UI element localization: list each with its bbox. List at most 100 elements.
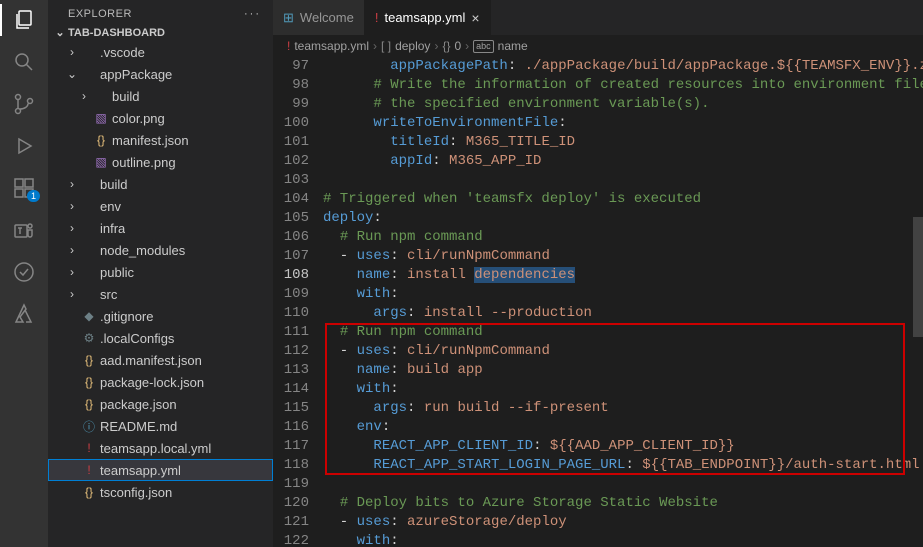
code-line[interactable]: env: (323, 418, 923, 437)
tree-item-color-png[interactable]: ▧color.png (48, 107, 273, 129)
code-editor[interactable]: 9798991001011021031041051061071081091101… (273, 57, 923, 547)
tree-item-src[interactable]: › src (48, 283, 273, 305)
tree-item-label: package-lock.json (100, 375, 204, 390)
tab-teamsapp-yml[interactable]: !teamsapp.yml× (365, 0, 491, 35)
code-line[interactable]: # the specified environment variable(s). (323, 95, 923, 114)
azure-icon[interactable] (12, 302, 36, 326)
tree-item-build[interactable]: ›build (48, 85, 273, 107)
file-icon: ▧ (92, 155, 110, 169)
activity-bar: 1 (0, 0, 48, 547)
tree-item-manifest-json[interactable]: {}manifest.json (48, 129, 273, 151)
close-icon[interactable]: × (471, 10, 479, 26)
tree-item-teamsapp-yml[interactable]: !teamsapp.yml (48, 459, 273, 481)
code-line[interactable]: args: run build --if-present (323, 399, 923, 418)
code-line[interactable]: # Triggered when 'teamsfx deploy' is exe… (323, 190, 923, 209)
chevron-icon: › (64, 243, 80, 257)
tree-item-infra[interactable]: ›infra (48, 217, 273, 239)
tree-item-readme-md[interactable]: ⓘREADME.md (48, 415, 273, 437)
code-line[interactable] (323, 171, 923, 190)
chevron-icon: › (64, 265, 80, 279)
code-line[interactable]: appPackagePath: ./appPackage/build/appPa… (323, 57, 923, 76)
code-line[interactable]: - uses: cli/runNpmCommand (323, 247, 923, 266)
tree-item-apppackage[interactable]: ⌄appPackage (48, 63, 273, 85)
file-icon: {} (92, 133, 110, 147)
tree-item--vscode[interactable]: ›.vscode (48, 41, 273, 63)
testing-icon[interactable] (12, 260, 36, 284)
tree-item-label: public (100, 265, 134, 280)
tree-item-build[interactable]: ›build (48, 173, 273, 195)
tree-item-aad-manifest-json[interactable]: {}aad.manifest.json (48, 349, 273, 371)
breadcrumbs[interactable]: ! teamsapp.yml ›[ ] deploy ›{} 0 ›abc na… (273, 35, 923, 57)
search-icon[interactable] (12, 50, 36, 74)
tree-item-tsconfig-json[interactable]: {}tsconfig.json (48, 481, 273, 503)
file-icon: {} (80, 485, 98, 499)
code-line[interactable]: # Write the information of created resou… (323, 76, 923, 95)
tree-item-package-json[interactable]: {}package.json (48, 393, 273, 415)
code-line[interactable]: deploy: (323, 209, 923, 228)
tree-item-label: build (112, 89, 139, 104)
tree-item-label: README.md (100, 419, 177, 434)
code-line[interactable]: # Run npm command (323, 323, 923, 342)
code-line[interactable]: appId: M365_APP_ID (323, 152, 923, 171)
code-line[interactable]: writeToEnvironmentFile: (323, 114, 923, 133)
chevron-icon: › (64, 199, 80, 213)
sidebar-title: EXPLORER (68, 8, 132, 20)
tree-item-outline-png[interactable]: ▧outline.png (48, 151, 273, 173)
extensions-icon[interactable]: 1 (12, 176, 36, 200)
sidebar-section-header[interactable]: ⌄ TAB-DASHBOARD (48, 24, 273, 41)
tree-item--gitignore[interactable]: ◆.gitignore (48, 305, 273, 327)
code-line[interactable]: # Run npm command (323, 228, 923, 247)
file-icon: ▧ (92, 111, 110, 125)
chevron-icon: › (64, 221, 80, 235)
code-line[interactable]: with: (323, 380, 923, 399)
breadcrumb-part: deploy (395, 39, 430, 53)
code-line[interactable]: args: install --production (323, 304, 923, 323)
code-line[interactable]: name: install dependencies (323, 266, 923, 285)
chevron-icon: › (64, 287, 80, 301)
tree-item-label: .vscode (100, 45, 145, 60)
source-control-icon[interactable] (12, 92, 36, 116)
sidebar-section-label: TAB-DASHBOARD (68, 27, 165, 39)
tree-item-label: outline.png (112, 155, 176, 170)
file-icon: {} (80, 397, 98, 411)
code-line[interactable]: with: (323, 285, 923, 304)
code-line[interactable]: REACT_APP_CLIENT_ID: ${{AAD_APP_CLIENT_I… (323, 437, 923, 456)
code-line[interactable]: # Deploy bits to Azure Storage Static We… (323, 494, 923, 513)
tab-label: teamsapp.yml (384, 10, 465, 25)
file-icon: {} (80, 353, 98, 367)
tree-item-label: aad.manifest.json (100, 353, 202, 368)
tab-bar: ⊞Welcome!teamsapp.yml× (273, 0, 923, 35)
tree-item-package-lock-json[interactable]: {}package-lock.json (48, 371, 273, 393)
teams-icon[interactable] (12, 218, 36, 242)
tree-item-label: teamsapp.local.yml (100, 441, 211, 456)
file-icon: {} (80, 375, 98, 389)
code-line[interactable]: - uses: azureStorage/deploy (323, 513, 923, 532)
explorer-icon[interactable] (12, 8, 36, 32)
tree-item--localconfigs[interactable]: ⚙.localConfigs (48, 327, 273, 349)
tree-item-public[interactable]: › public (48, 261, 273, 283)
sidebar-more-icon[interactable]: ··· (244, 8, 261, 20)
code-line[interactable]: name: build app (323, 361, 923, 380)
tab-icon: ⊞ (283, 10, 294, 26)
breadcrumb-part: name (498, 39, 528, 53)
tree-item-label: manifest.json (112, 133, 189, 148)
file-icon: ⓘ (80, 418, 98, 435)
tree-item-label: node_modules (100, 243, 185, 258)
sidebar-header: EXPLORER ··· (48, 0, 273, 24)
code-line[interactable]: REACT_APP_START_LOGIN_PAGE_URL: ${{TAB_E… (323, 456, 923, 475)
tree-item-label: src (100, 287, 117, 302)
sidebar: EXPLORER ··· ⌄ TAB-DASHBOARD ›.vscode⌄ap… (48, 0, 273, 547)
tree-item-teamsapp-local-yml[interactable]: !teamsapp.local.yml (48, 437, 273, 459)
scrollbar-vertical[interactable] (909, 57, 923, 547)
code-line[interactable]: titleId: M365_TITLE_ID (323, 133, 923, 152)
editor-area: ⊞Welcome!teamsapp.yml× ! teamsapp.yml ›[… (273, 0, 923, 547)
tree-item-label: teamsapp.yml (100, 463, 181, 478)
tab-welcome[interactable]: ⊞Welcome (273, 0, 365, 35)
code-line[interactable]: with: (323, 532, 923, 547)
tree-item-env[interactable]: ›env (48, 195, 273, 217)
code-line[interactable] (323, 475, 923, 494)
code-content[interactable]: appPackagePath: ./appPackage/build/appPa… (323, 57, 923, 547)
tree-item-node-modules[interactable]: › node_modules (48, 239, 273, 261)
run-debug-icon[interactable] (12, 134, 36, 158)
code-line[interactable]: - uses: cli/runNpmCommand (323, 342, 923, 361)
